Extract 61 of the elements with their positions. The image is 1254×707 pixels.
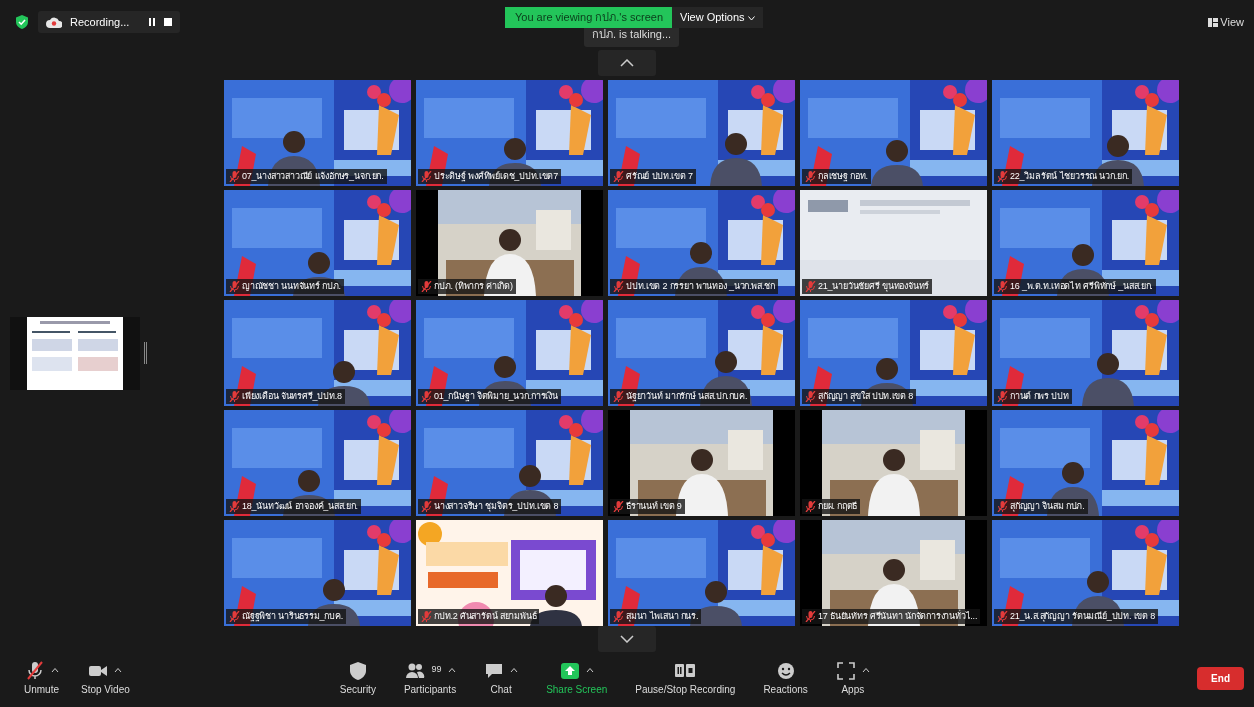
muted-mic-icon[interactable] xyxy=(24,660,45,680)
cloud-icon xyxy=(46,16,62,28)
participant-name: กานต์ กพร ปปท xyxy=(1010,389,1069,403)
viewing-banner: You are viewing กปภ.'s screen xyxy=(505,7,674,28)
participant-name: ณัฐฐพิชา นารินธรรม_กบค. xyxy=(242,609,343,623)
scroll-down-button[interactable] xyxy=(598,626,656,652)
participant-name: 21_น.ส.สุกัญญา รัตนมณีย์_ปปท. เขต 8 xyxy=(1010,609,1156,623)
resize-handle[interactable] xyxy=(144,342,147,364)
participant-name: สุกัญญา จินสม กปภ. xyxy=(1010,499,1085,513)
toolbar-button[interactable]: Unmute xyxy=(24,681,59,697)
participant-name: ปปท.เขต 2 กรรยา พานทอง _นวก.พส.ชก xyxy=(626,279,775,293)
caret-icon[interactable] xyxy=(861,667,870,673)
participant-name: กุลเชษฐ กอท. xyxy=(818,169,868,183)
participant-name: 17 ธันยันทัทร ศรีนันทา นักจัดการงานทั่วไ... xyxy=(818,609,978,623)
participant-name: สุมนา ไพเสนา กนร. xyxy=(626,609,699,623)
shield-icon xyxy=(16,15,28,29)
caret-icon[interactable] xyxy=(447,667,456,673)
toolbar-button[interactable]: Reactions xyxy=(763,681,808,697)
caret-icon[interactable] xyxy=(50,667,59,673)
caret-icon[interactable] xyxy=(114,667,123,673)
end-button[interactable]: End xyxy=(1197,667,1244,690)
participant-name: กปภ. (ทิพากร ค่าเกิด) xyxy=(434,279,513,293)
toolbar-button[interactable]: Stop Video xyxy=(81,681,130,697)
layout-icon xyxy=(1207,17,1218,27)
caret-icon[interactable] xyxy=(510,667,519,673)
participant-name: 01_กนิษฐา จิตพิมาย_นวก.การเงิน xyxy=(434,389,558,403)
participant-name: 22_วิมลรัตน์ ไชยวรรณ นวก.ยก. xyxy=(1010,169,1130,183)
stop-icon[interactable] xyxy=(164,18,173,26)
participant-name: สุกัญญา สุขใส ปปท.เขต 8 xyxy=(818,389,913,403)
shield-icon[interactable] xyxy=(347,660,368,680)
chevron-up-icon xyxy=(620,59,634,67)
toolbar-button[interactable]: Apps xyxy=(841,681,865,697)
participant-name: 07_นางสาวสาวณีย์ แจ้งอักษร_นจก.ยก. xyxy=(242,169,384,183)
participant-count: 99 xyxy=(431,663,442,677)
participant-name: เพียงเดือน จันทรศรี_ปปท.8 xyxy=(242,389,342,403)
pause-icon[interactable] xyxy=(148,18,157,26)
caret-icon xyxy=(747,15,755,21)
view-options-button[interactable]: View Options xyxy=(672,7,763,28)
participant-name: 18_นันทวัฒน์ อาจองค์_นสส.ยก. xyxy=(242,499,358,513)
participant-name: นางสาวจริษา ชุมจิตร_ปปท.เขต 8 xyxy=(434,499,559,513)
toolbar-button[interactable]: Chat xyxy=(490,681,512,697)
apps-icon[interactable] xyxy=(835,660,856,680)
toolbar-button[interactable]: Security xyxy=(339,681,376,697)
scroll-up-button[interactable] xyxy=(598,50,656,76)
smiley-icon[interactable] xyxy=(775,660,796,680)
participant-name: ธีรานนท์ เขต 9 xyxy=(626,499,682,513)
share-screen-button[interactable]: Share Screen xyxy=(546,681,608,697)
participant-name: ประดิษฐ์ พงศ์ทิพย์เดช_ปปท.เขต7 xyxy=(434,169,558,183)
toolbar-button[interactable]: Participants xyxy=(403,681,457,697)
participant-name: 21_นายวันชัยศรี ขุนทองจันทร์ xyxy=(818,279,930,293)
chevron-down-icon xyxy=(620,635,634,643)
participant-name: กปท.2 ศันสารัตน์ สยามพันธ์ xyxy=(434,609,537,623)
recording-label: Recording... xyxy=(70,14,130,30)
caret-icon[interactable] xyxy=(585,667,594,673)
participant-name: ศรัณย์ ปปท.เขต 7 xyxy=(626,169,693,183)
toolbar-button[interactable]: Pause/Stop Recording xyxy=(635,681,736,697)
view-button[interactable]: View xyxy=(1220,14,1244,31)
participant-name: ญาณัชชา นนทจันทร์ กปภ. xyxy=(242,279,341,293)
participant-name: กยผ. กฤตธี xyxy=(818,499,858,513)
participant-name: 16 _พ.ต.ท.เทอดไท ศรีพิทักษ์ _นสส.ยก. xyxy=(1010,279,1153,293)
participant-name: นัฐยาวันท์ มากรักษ์ นสส.ปก.กบค. xyxy=(626,389,748,403)
